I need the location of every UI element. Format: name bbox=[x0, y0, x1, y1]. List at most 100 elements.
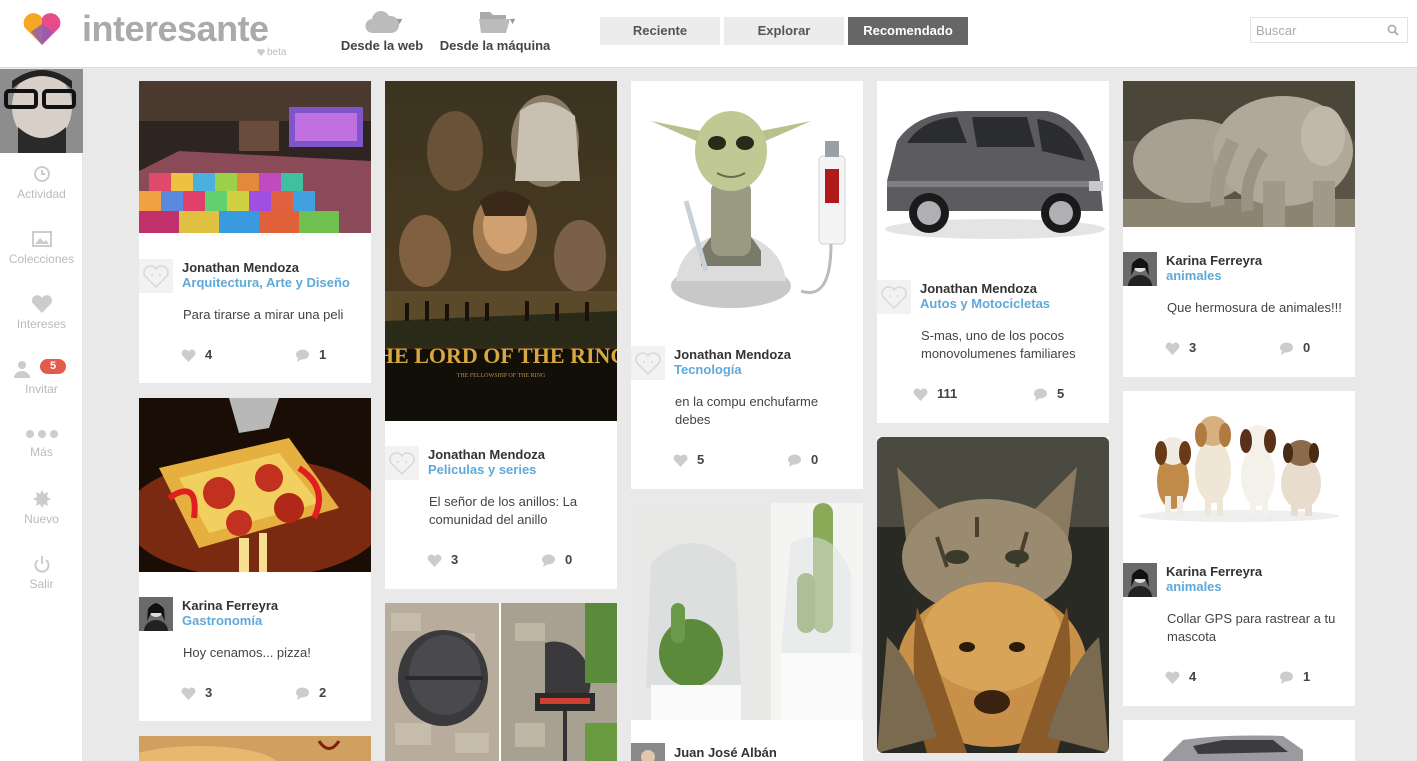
sidebar-item-nuevo[interactable]: Nuevo bbox=[0, 490, 83, 526]
author-name[interactable]: Jonathan Mendoza bbox=[674, 347, 791, 362]
pin-description: Collar GPS para rastrear a tu mascota bbox=[1167, 611, 1336, 644]
category-link[interactable]: Gastronomía bbox=[182, 613, 262, 628]
pin-description: Para tirarse a mirar una peli bbox=[183, 307, 344, 322]
user-avatar[interactable] bbox=[0, 69, 83, 153]
chevron-down-icon: ▼ bbox=[508, 16, 517, 26]
heart-icon bbox=[31, 295, 52, 313]
sidebar-item-colecciones[interactable]: Colecciones bbox=[0, 230, 83, 266]
search-box bbox=[1250, 17, 1408, 43]
pin-card[interactable] bbox=[1123, 720, 1355, 761]
pin-card[interactable] bbox=[877, 437, 1109, 753]
pin-description: S-mas, uno de los pocos monovolumenes fa… bbox=[921, 328, 1076, 361]
pin-description: Que hermosura de animales!!! bbox=[1167, 300, 1342, 315]
smiley-heart-icon bbox=[635, 352, 661, 376]
author-name[interactable]: Jonathan Mendoza bbox=[920, 281, 1037, 296]
sidebar-item-mas[interactable]: Más bbox=[0, 427, 83, 459]
pin-card[interactable]: Jonathan Mendoza Autos y Motocicletas S-… bbox=[877, 81, 1109, 423]
upload-from-machine-button[interactable]: ▼ Desde la máquina bbox=[439, 8, 551, 53]
smiley-heart-icon bbox=[881, 286, 907, 310]
pin-image[interactable] bbox=[139, 81, 371, 233]
heart-logo-icon[interactable] bbox=[22, 12, 62, 46]
pin-description: en la compu enchufarme debes bbox=[675, 394, 819, 427]
pin-card[interactable]: THE LORD OF THE RINGS THE FELLOWSHIP OF … bbox=[385, 81, 617, 589]
pin-image[interactable] bbox=[1123, 81, 1355, 227]
sidebar-item-label: Más bbox=[30, 445, 53, 459]
sidebar: Actividad Colecciones Intereses 5 Invita… bbox=[0, 69, 83, 761]
author-name[interactable]: Jonathan Mendoza bbox=[428, 447, 545, 462]
pin-card[interactable] bbox=[139, 736, 371, 761]
author-name[interactable]: Karina Ferreyra bbox=[1166, 253, 1262, 268]
sidebar-item-actividad[interactable]: Actividad bbox=[0, 165, 83, 201]
pin-description: El señor de los anillos: La comunidad de… bbox=[429, 494, 578, 527]
heart-icon bbox=[1165, 342, 1180, 355]
sidebar-item-label: Salir bbox=[29, 577, 54, 591]
author-avatar[interactable] bbox=[631, 346, 665, 380]
heart-icon bbox=[1165, 671, 1180, 684]
search-icon[interactable] bbox=[1387, 24, 1399, 36]
speech-bubble-icon bbox=[788, 454, 801, 467]
pin-image[interactable] bbox=[1123, 391, 1355, 556]
pin-image[interactable] bbox=[139, 736, 371, 761]
clock-icon bbox=[33, 166, 50, 182]
brand-logo-text[interactable]: interesante bbox=[82, 8, 269, 50]
category-link[interactable]: Tecnología bbox=[674, 362, 742, 377]
poster-subtitle: THE FELLOWSHIP OF THE RING bbox=[457, 373, 546, 379]
sidebar-item-invitar[interactable]: 5 Invitar bbox=[0, 359, 83, 396]
sidebar-item-label: Intereses bbox=[16, 317, 67, 331]
poster-title: THE LORD OF THE RINGS bbox=[385, 343, 617, 368]
pin-image[interactable] bbox=[1123, 720, 1355, 761]
power-icon bbox=[34, 556, 49, 573]
author-avatar[interactable] bbox=[631, 743, 665, 761]
pin-card[interactable]: Karina Ferreyra animales Collar GPS para… bbox=[1123, 391, 1355, 706]
pin-card[interactable]: Jonathan Mendoza Tecnología en la compu … bbox=[631, 81, 863, 489]
upload-from-web-button[interactable]: ▼ Desde la web bbox=[340, 8, 424, 53]
category-link[interactable]: animales bbox=[1166, 268, 1222, 283]
pin-card[interactable]: Juan José Albán bbox=[631, 503, 863, 761]
sidebar-item-label: Colecciones bbox=[8, 252, 75, 266]
heart-icon bbox=[181, 687, 196, 700]
pin-card[interactable]: Jonathan Mendoza Arquitectura, Arte y Di… bbox=[139, 81, 371, 383]
speech-bubble-icon bbox=[296, 349, 309, 362]
author-avatar[interactable] bbox=[1123, 563, 1157, 597]
speech-bubble-icon bbox=[1280, 671, 1293, 684]
tab-recomendado[interactable]: Recomendado bbox=[848, 17, 968, 45]
invite-count-badge: 5 bbox=[40, 359, 66, 374]
author-avatar[interactable] bbox=[139, 597, 173, 631]
author-avatar[interactable] bbox=[139, 259, 173, 293]
author-name[interactable]: Juan José Albán bbox=[674, 745, 777, 760]
tab-reciente[interactable]: Reciente bbox=[600, 17, 720, 45]
speech-bubble-icon bbox=[296, 687, 309, 700]
tab-explorar[interactable]: Explorar bbox=[724, 17, 844, 45]
pin-card[interactable]: Karina Ferreyra Gastronomía Hoy cenamos.… bbox=[139, 398, 371, 721]
search-input[interactable] bbox=[1251, 18, 1381, 42]
pin-card[interactable]: Karina Ferreyra animales Que hermosura d… bbox=[1123, 81, 1355, 377]
pin-image[interactable] bbox=[631, 503, 863, 720]
author-avatar[interactable] bbox=[385, 446, 419, 480]
sidebar-item-intereses[interactable]: Intereses bbox=[0, 295, 83, 331]
pin-image[interactable]: THE LORD OF THE RINGS THE FELLOWSHIP OF … bbox=[385, 81, 617, 421]
category-link[interactable]: Autos y Motocicletas bbox=[920, 296, 1050, 311]
chevron-down-icon: ▼ bbox=[395, 16, 404, 26]
pin-image[interactable] bbox=[631, 81, 863, 339]
author-name[interactable]: Jonathan Mendoza bbox=[182, 260, 299, 275]
author-name[interactable]: Karina Ferreyra bbox=[1166, 564, 1262, 579]
category-link[interactable]: Peliculas y series bbox=[428, 462, 536, 477]
smiley-heart-icon bbox=[143, 265, 169, 289]
pin-image[interactable] bbox=[877, 81, 1109, 255]
sidebar-item-label: Invitar bbox=[25, 382, 58, 396]
pin-card[interactable] bbox=[385, 603, 617, 761]
author-name[interactable]: Karina Ferreyra bbox=[182, 598, 278, 613]
badge-icon bbox=[32, 490, 51, 508]
category-link[interactable]: Arquitectura, Arte y Diseño bbox=[182, 275, 350, 290]
pin-image[interactable] bbox=[877, 437, 1109, 753]
category-link[interactable]: animales bbox=[1166, 579, 1222, 594]
author-avatar[interactable] bbox=[1123, 252, 1157, 286]
author-avatar[interactable] bbox=[877, 280, 911, 314]
beta-tag: beta bbox=[267, 47, 287, 58]
pin-image[interactable] bbox=[385, 603, 617, 761]
sidebar-item-salir[interactable]: Salir bbox=[0, 555, 83, 591]
pin-image[interactable] bbox=[139, 398, 371, 572]
smiley-heart-icon bbox=[389, 452, 415, 476]
cloud-icon bbox=[365, 11, 399, 34]
heart-icon bbox=[427, 554, 442, 567]
